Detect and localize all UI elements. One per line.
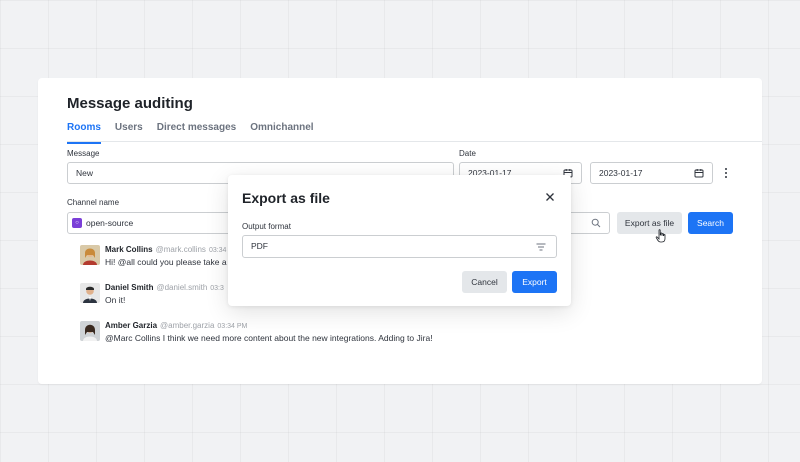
output-format-value: PDF [251,241,268,251]
date-to-input[interactable]: 2023-01-17 [590,162,713,184]
modal-title: Export as file [242,190,330,206]
tabs-divider [67,141,762,142]
export-button[interactable]: Export [512,271,557,293]
channel-value: open-source [86,218,134,228]
message-text: @Marc Collins I think we need more conte… [105,333,433,343]
message-handle: @daniel.smith [156,283,208,292]
avatar [80,283,100,303]
avatar [80,321,100,341]
channel-icon: ○ [72,218,82,228]
search-icon[interactable] [591,218,601,228]
message-author[interactable]: Daniel Smith [105,283,153,292]
message-time: 03:34 PM [217,323,248,330]
channel-label: Channel name [67,198,120,207]
calendar-icon [694,169,704,178]
message-text: Hi! @all could you please take a lo [105,257,236,267]
export-as-file-button[interactable]: Export as file [617,212,682,234]
page-title: Message auditing [67,95,193,112]
search-button[interactable]: Search [688,212,733,234]
export-modal: Export as file Output format PDF Cancel … [228,175,571,306]
hand-cursor-icon [655,229,666,243]
filter-lines-icon [536,243,546,251]
kebab-menu-icon[interactable] [722,166,730,180]
message-text: On it! [105,295,126,305]
message-author[interactable]: Amber Garzia [105,321,157,330]
message-label: Message [67,149,100,158]
message-time: 03:3 [210,285,224,292]
avatar [80,245,100,265]
message-handle: @amber.garzia [160,321,215,330]
output-format-label: Output format [242,222,291,231]
cancel-button[interactable]: Cancel [462,271,507,293]
close-icon[interactable] [545,192,555,202]
message-author[interactable]: Mark Collins [105,245,153,254]
message-time: 03:34 [208,247,227,254]
output-format-select[interactable]: PDF [242,235,557,258]
message-handle: @mark.collins [155,245,206,254]
date-label: Date [459,149,476,158]
date-to-value: 2023-01-17 [599,168,643,178]
